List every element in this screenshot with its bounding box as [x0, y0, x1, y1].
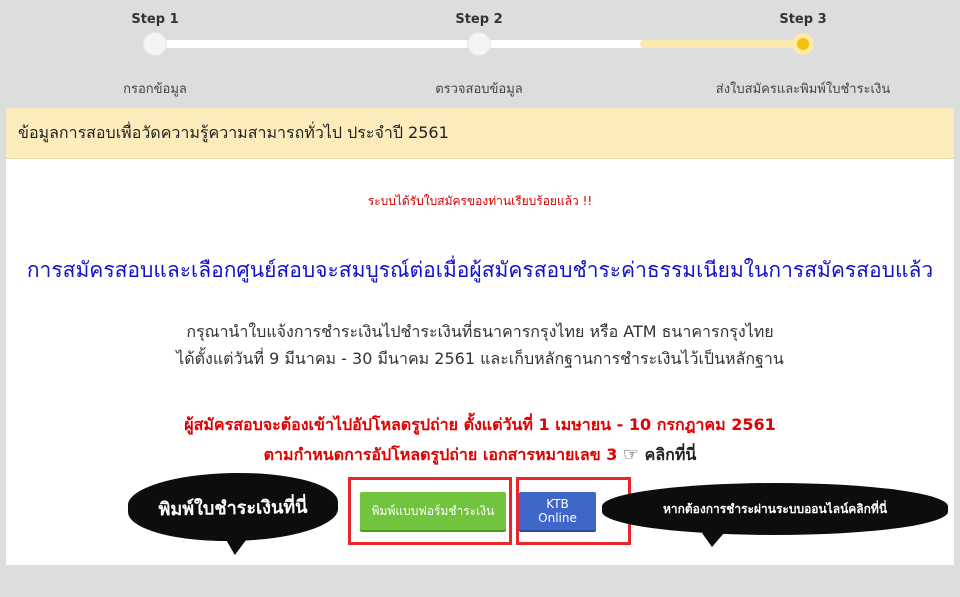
success-notice: ระบบได้รับใบสมัครของท่านเรียบร้อยแล้ว !!: [367, 194, 593, 208]
click-here-link[interactable]: คลิกที่นี่: [645, 445, 697, 464]
upload-notice-line-1: ผู้สมัครสอบจะต้องเข้าไปอัปโหลดรูปถ่าย ตั…: [184, 415, 776, 434]
payment-instructions-line-1: กรุณานำใบแจ้งการชำระเงินไปชำระเงินที่ธนา…: [186, 322, 774, 341]
stepper-track-progress: [640, 40, 803, 48]
panel-header: ข้อมูลการสอบเพื่อวัดความรู้ความสามารถทั่…: [6, 108, 954, 159]
step-3-title: Step 3: [779, 12, 827, 27]
payment-instructions: กรุณานำใบแจ้งการชำระเงินไปชำระเงินที่ธนา…: [6, 318, 954, 372]
upload-notice-line-2: ตามกำหนดการอัปโหลดรูปถ่าย เอกสารหมายเลข …: [6, 440, 954, 470]
photo-upload-notice: ผู้สมัครสอบจะต้องเข้าไปอัปโหลดรูปถ่าย ตั…: [6, 410, 954, 470]
step-1-title: Step 1: [131, 12, 179, 27]
speech-bubble-online: หากต้องการชำระผ่านระบบออนไลน์คลิกที่นี่: [602, 483, 948, 547]
print-payment-form-button[interactable]: พิมพ์แบบฟอร์มชำระเงิน: [360, 492, 506, 530]
upload-notice-line-2-text: ตามกำหนดการอัปโหลดรูปถ่าย เอกสารหมายเลข …: [263, 445, 618, 464]
pointing-hand-icon: ☞: [622, 444, 640, 465]
payment-instructions-line-2: ได้ตั้งแต่วันที่ 9 มีนาคม - 30 มีนาคม 25…: [176, 349, 784, 368]
payment-headline: การสมัครสอบและเลือกศูนย์สอบจะสมบูรณ์ต่อเ…: [26, 258, 934, 282]
step-2-dot: [468, 33, 490, 55]
ktb-online-button[interactable]: KTB Online: [519, 492, 596, 530]
step-3-label: ส่งใบสมัครและพิมพ์ใบชำระเงิน: [715, 82, 891, 97]
progress-stepper: Step 1 Step 2 Step 3 กรอกข้อมูล ตรวจสอบข…: [0, 0, 960, 105]
step-2-label: ตรวจสอบข้อมูล: [435, 82, 523, 97]
step-3-dot-active: [792, 33, 814, 55]
step-1-dot: [144, 33, 166, 55]
step-2-title: Step 2: [455, 12, 503, 27]
step-1-label: กรอกข้อมูล: [123, 82, 187, 97]
